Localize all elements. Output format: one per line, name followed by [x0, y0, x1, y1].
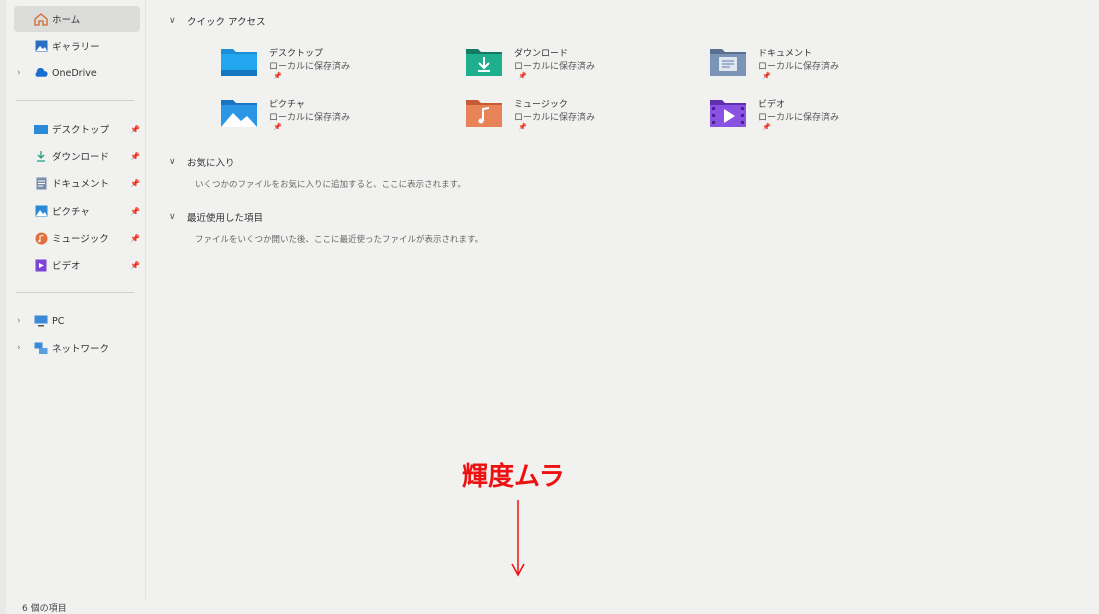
desktop-folder-icon — [221, 49, 257, 76]
pin-icon: 📌 — [518, 72, 527, 80]
chevron-right-icon[interactable]: › — [17, 68, 21, 78]
tile-status: ローカルに保存済み — [758, 113, 840, 123]
annotation-label: 輝度ムラ — [462, 462, 565, 492]
sidebar-item-documents[interactable]: ドキュメント 📌 — [14, 170, 140, 196]
gallery-icon — [34, 40, 48, 52]
sidebar-item-label: ギャラリー — [52, 42, 100, 53]
sidebar-item-pc[interactable]: › PC — [14, 308, 140, 334]
pictures-folder-icon — [221, 100, 257, 127]
quick-access-tile-downloads[interactable]: ダウンロード ローカルに保存済み 📌 — [466, 46, 666, 86]
quick-access-tile-videos[interactable]: ビデオ ローカルに保存済み 📌 — [710, 97, 910, 137]
sidebar-item-label: ドキュメント — [52, 179, 110, 190]
sidebar-item-downloads[interactable]: ダウンロード 📌 — [14, 143, 140, 169]
tile-status: ローカルに保存済み — [514, 62, 596, 72]
pin-icon: 📌 — [518, 123, 527, 131]
sidebar-divider — [16, 292, 134, 293]
pin-icon[interactable]: 📌 — [130, 234, 140, 243]
tile-status: ローカルに保存済み — [514, 113, 596, 123]
recent-header[interactable]: ∨ 最近使用した項目 — [169, 210, 263, 224]
main-content: ∨ クイック アクセス デスクトップ ローカルに保存済み 📌 ダウンロード ロー… — [147, 0, 1099, 600]
sidebar-divider — [16, 100, 134, 101]
chevron-right-icon[interactable]: › — [17, 316, 21, 326]
sidebar-item-label: ビデオ — [52, 261, 81, 272]
quick-access-tile-desktop[interactable]: デスクトップ ローカルに保存済み 📌 — [221, 46, 421, 86]
sidebar-item-label: PC — [52, 315, 65, 327]
sidebar-item-onedrive[interactable]: › OneDrive — [14, 60, 140, 86]
sidebar-item-pictures[interactable]: ピクチャ 📌 — [14, 198, 140, 224]
pin-icon[interactable]: 📌 — [130, 152, 140, 161]
chevron-right-icon[interactable]: › — [17, 343, 21, 353]
pin-icon: 📌 — [762, 72, 771, 80]
chevron-down-icon[interactable]: ∨ — [169, 16, 187, 26]
sidebar-item-gallery[interactable]: ギャラリー — [14, 33, 140, 59]
sidebar-item-network[interactable]: › ネットワーク — [14, 335, 140, 361]
tile-name: ミュージック — [514, 100, 568, 110]
tile-name: ビデオ — [758, 100, 786, 110]
section-title: クイック アクセス — [187, 17, 266, 28]
picture-icon — [34, 205, 48, 217]
cloud-icon — [34, 67, 48, 79]
chevron-down-icon[interactable]: ∨ — [169, 212, 187, 222]
quick-access-tile-documents[interactable]: ドキュメント ローカルに保存済み 📌 — [710, 46, 910, 86]
document-icon — [34, 177, 48, 189]
favorites-empty-hint: いくつかのファイルをお気に入りに追加すると、ここに表示されます。 — [195, 180, 466, 190]
tile-name: ピクチャ — [269, 100, 305, 110]
section-title: 最近使用した項目 — [187, 213, 264, 224]
pin-icon[interactable]: 📌 — [130, 179, 140, 188]
sidebar-item-desktop[interactable]: デスクトップ 📌 — [14, 116, 140, 142]
pin-icon[interactable]: 📌 — [130, 207, 140, 216]
tile-status: ローカルに保存済み — [269, 113, 351, 123]
tile-name: デスクトップ — [269, 49, 324, 59]
pin-icon: 📌 — [762, 123, 771, 131]
pin-icon: 📌 — [273, 72, 282, 80]
quick-access-header[interactable]: ∨ クイック アクセス — [169, 14, 266, 28]
section-title: お気に入り — [187, 158, 235, 169]
videos-folder-icon — [710, 100, 746, 127]
pc-icon — [34, 315, 48, 327]
sidebar-item-label: ホーム — [52, 15, 81, 26]
sidebar-item-videos[interactable]: ビデオ 📌 — [14, 252, 140, 278]
recent-empty-hint: ファイルをいくつか開いた後、ここに最近使ったファイルが表示されます。 — [195, 235, 484, 245]
quick-access-tile-pictures[interactable]: ピクチャ ローカルに保存済み 📌 — [221, 97, 421, 137]
desktop-icon — [34, 123, 48, 135]
download-icon — [34, 150, 48, 162]
sidebar-item-label: OneDrive — [52, 67, 97, 79]
sidebar-item-label: デスクトップ — [52, 125, 110, 136]
quick-access-tile-music[interactable]: ミュージック ローカルに保存済み 📌 — [466, 97, 666, 137]
pin-icon[interactable]: 📌 — [130, 125, 140, 134]
tile-name: ダウンロード — [514, 49, 569, 59]
down-arrow-icon — [511, 500, 525, 577]
tile-status: ローカルに保存済み — [269, 62, 351, 72]
sidebar-item-label: ダウンロード — [52, 152, 110, 163]
music-icon — [34, 232, 48, 244]
chevron-down-icon[interactable]: ∨ — [169, 157, 187, 167]
sidebar-item-music[interactable]: ミュージック 📌 — [14, 225, 140, 251]
tile-status: ローカルに保存済み — [758, 62, 840, 72]
home-icon — [34, 12, 48, 26]
favorites-header[interactable]: ∨ お気に入り — [169, 155, 235, 169]
pin-icon[interactable]: 📌 — [130, 261, 140, 270]
sidebar-item-home[interactable]: ホーム — [14, 6, 140, 32]
video-icon — [34, 259, 48, 271]
explorer-window: ホーム ギャラリー › OneDrive デスクトップ 📌 ダウンロード 📌 ド… — [6, 0, 1099, 614]
navigation-pane: ホーム ギャラリー › OneDrive デスクトップ 📌 ダウンロード 📌 ド… — [6, 0, 146, 600]
pin-icon: 📌 — [273, 123, 282, 131]
status-bar-count: 6 個の項目 — [22, 604, 67, 614]
sidebar-item-label: ミュージック — [52, 234, 109, 245]
music-folder-icon — [466, 100, 502, 127]
downloads-folder-icon — [466, 49, 502, 76]
network-icon — [34, 342, 48, 354]
sidebar-item-label: ネットワーク — [52, 344, 110, 355]
documents-folder-icon — [710, 49, 746, 76]
tile-name: ドキュメント — [758, 49, 813, 59]
sidebar-item-label: ピクチャ — [52, 207, 90, 218]
